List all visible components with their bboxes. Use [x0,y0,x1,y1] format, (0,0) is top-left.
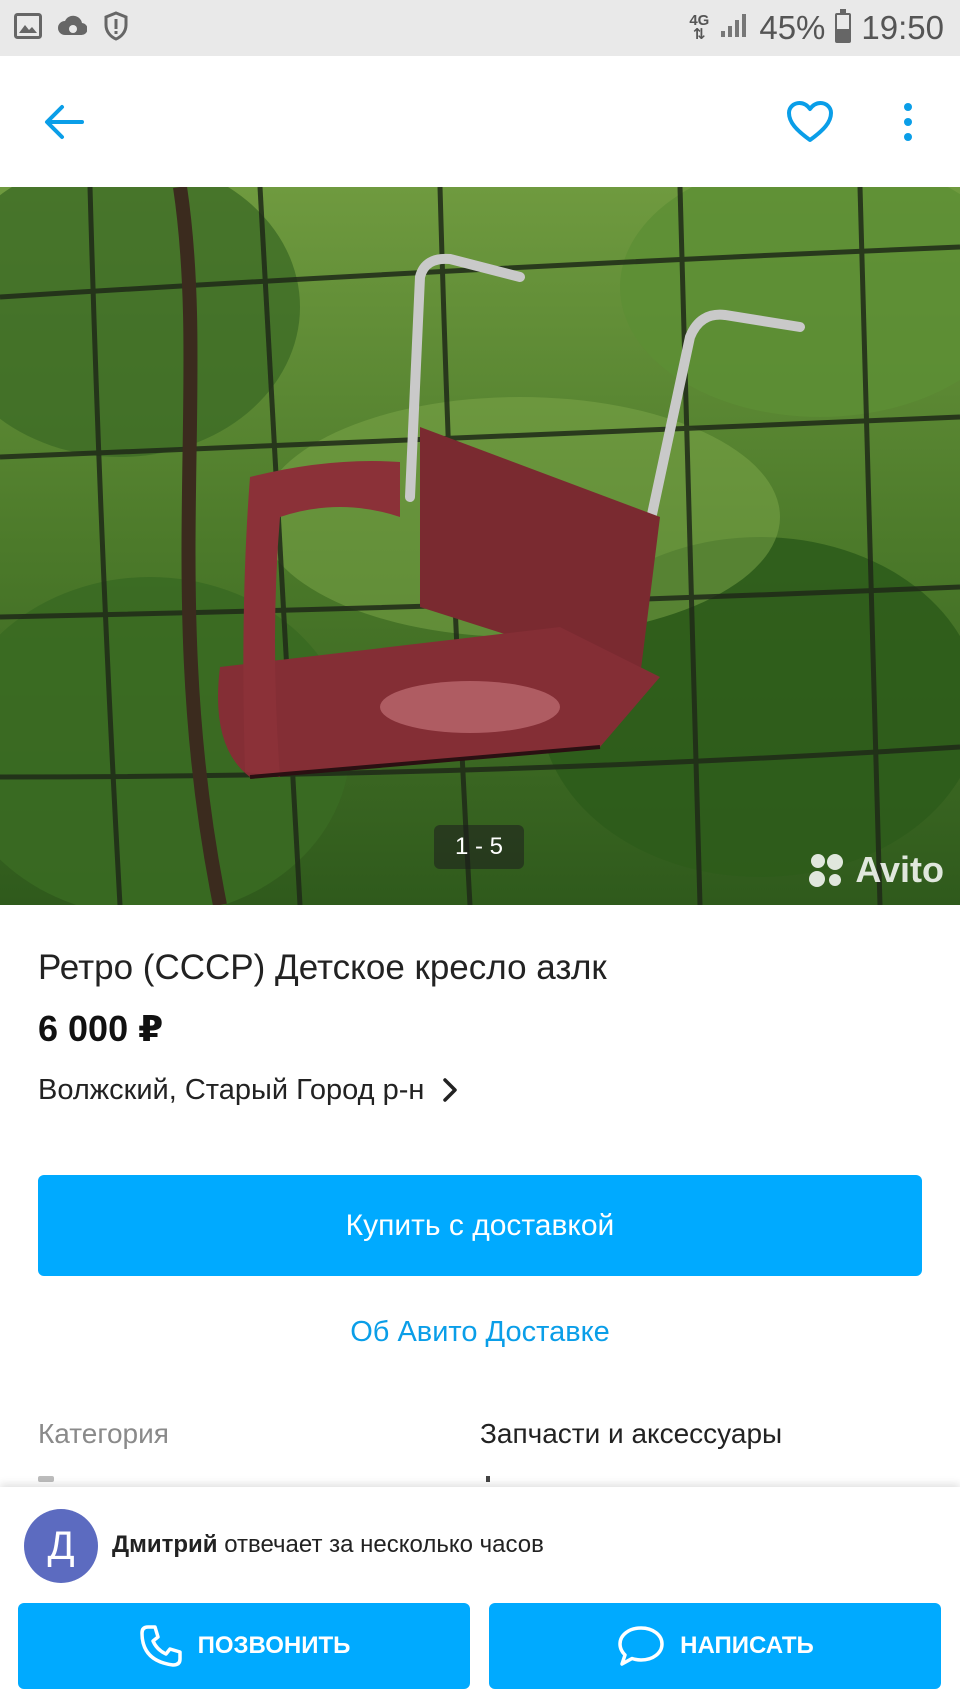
chevron-right-icon [443,1078,458,1102]
avito-logo-icon [809,854,844,887]
listing-price: 6 000 ₽ [38,1008,164,1049]
battery-percent: 45% [759,9,826,46]
watermark: Avito [807,849,944,891]
write-message-button[interactable]: НАПИСАТЬ [489,1603,941,1689]
status-bar: 4G ⇅ 45% 19:50 [0,0,960,56]
photo-illustration [0,187,960,905]
param-key-category: Категория [38,1418,169,1449]
arrow-back-icon [45,105,84,139]
write-label: НАПИСАТЬ [680,1632,814,1659]
param-value-category: Запчасти и аксессуары [480,1418,783,1449]
status-notification-icons [12,10,132,42]
location-text: Волжский, Старый Город р-н [38,1073,425,1106]
seller-info: Дмитрий отвечает за несколько часов [112,1531,544,1559]
app-bar [0,56,960,187]
chat-bubble-icon [618,1626,664,1666]
heart-outline-icon [787,101,833,142]
contact-panel: Д Дмитрий отвечает за несколько часов ПО… [0,1487,960,1707]
network-type: 4G ⇅ [689,12,710,43]
cloud-sync-icon [56,10,88,42]
battery-icon [835,9,852,43]
shield-alert-icon [100,10,132,42]
more-options-button[interactable] [880,92,936,152]
more-vertical-icon [904,103,912,141]
status-system-area: 4G ⇅ 45% 19:50 [689,8,944,48]
photo-counter: 1 - 5 [434,825,524,869]
call-button[interactable]: ПОЗВОНИТЬ [18,1603,470,1689]
clock: 19:50 [861,9,944,46]
watermark-text: Avito [855,849,944,890]
favorite-button[interactable] [780,92,840,152]
location-link[interactable]: Волжский, Старый Город р-н [38,1070,458,1110]
phone-icon [139,1625,182,1667]
buy-with-delivery-button[interactable]: Купить с доставкой [38,1175,922,1276]
signal-icon [719,9,749,47]
product-photo[interactable]: 1 - 5 Avito [0,187,960,905]
gallery-icon [12,10,44,42]
seller-avatar[interactable]: Д [24,1509,98,1583]
call-label: ПОЗВОНИТЬ [197,1632,351,1659]
back-button[interactable] [36,96,92,148]
about-delivery-link[interactable]: Об Авито Доставке [0,1316,960,1349]
seller-response-time: отвечает за несколько часов [224,1531,544,1558]
seller-name: Дмитрий [112,1531,218,1558]
listing-title: Ретро (СССР) Детское кресло азлк [38,948,607,987]
